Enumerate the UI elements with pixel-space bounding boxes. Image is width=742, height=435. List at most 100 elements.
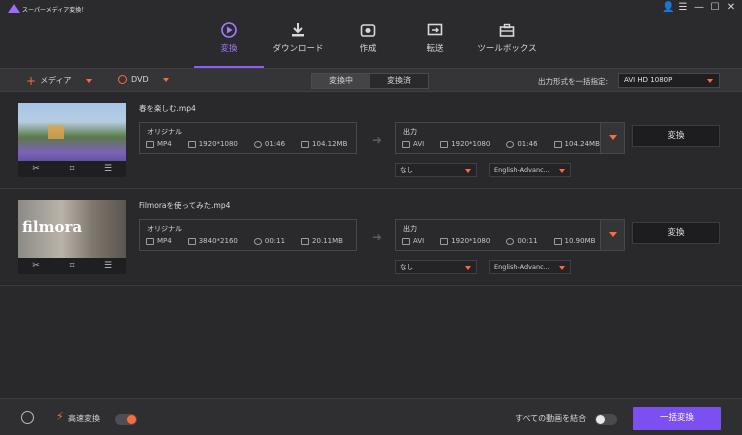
file-row: ✂ ⌗ ☰ 春を楽しむ.mp4 オリジナル MP4 1920*1080 01:4… (0, 93, 742, 189)
output-size: 10.90MB (553, 237, 595, 245)
user-icon[interactable]: 👤 (662, 2, 674, 14)
transfer-icon (427, 23, 443, 36)
merge-all-toggle[interactable] (595, 414, 617, 425)
minimize-icon[interactable]: — (694, 2, 704, 14)
output-resolution: 1920*1080 (440, 237, 490, 245)
resolution-icon (440, 237, 449, 245)
film-icon (402, 140, 410, 148)
film-icon (146, 140, 154, 148)
chevron-down-icon (465, 266, 471, 270)
tab-converted[interactable]: 変換済 (370, 74, 428, 88)
tab-create[interactable]: 作成 (333, 18, 403, 68)
fast-convert-toggle[interactable] (115, 414, 137, 425)
window-controls: 👤 ☰ — ☐ ✕ (662, 2, 736, 14)
output-resolution: 1920*1080 (440, 140, 490, 148)
output-info-box[interactable]: 出力 AVI 1920*1080 01:46 104.24MB (395, 122, 625, 154)
folder-icon (301, 140, 310, 148)
folder-icon (553, 237, 562, 245)
chevron-down-icon[interactable] (85, 78, 92, 83)
schedule-alarm-icon[interactable] (21, 411, 34, 424)
crop-icon[interactable]: ⌗ (67, 261, 77, 271)
film-icon (146, 237, 154, 245)
source-duration: 01:46 (253, 140, 285, 148)
file-name: Filmoraを使ってみた.mp4 (139, 201, 231, 210)
clock-icon (253, 237, 262, 245)
file-row: filmora ✂ ⌗ ☰ Filmoraを使ってみた.mp4 オリジナル MP… (0, 190, 742, 286)
file-name: 春を楽しむ.mp4 (139, 104, 196, 113)
output-format: AVI (402, 237, 424, 245)
source-resolution: 1920*1080 (187, 140, 238, 148)
tab-create-label: 作成 (359, 44, 377, 54)
film-icon (402, 237, 410, 245)
resolution-icon (187, 237, 196, 245)
convert-button[interactable]: 変換 (632, 125, 720, 147)
tab-transfer[interactable]: 転送 (400, 18, 470, 68)
cut-icon[interactable]: ✂ (31, 261, 41, 271)
tab-download[interactable]: ダウンロード (263, 18, 333, 68)
convert-all-button[interactable]: 一括変換 (633, 407, 721, 430)
effects-icon[interactable]: ☰ (103, 261, 113, 271)
chevron-down-icon (609, 135, 617, 140)
crop-icon[interactable]: ⌗ (67, 164, 77, 174)
output-format-value: AVI HD 1080P (624, 76, 673, 84)
menu-icon[interactable]: ☰ (678, 2, 688, 14)
load-dvd-button[interactable]: DVD (118, 75, 169, 84)
toggle-knob (596, 415, 605, 424)
output-title: 出力 (403, 128, 417, 136)
resolution-icon (440, 140, 449, 148)
arrow-right-icon: ➜ (372, 133, 383, 147)
close-icon[interactable]: ✕ (726, 2, 736, 14)
add-media-label: メディア (40, 76, 72, 85)
audio-track-select[interactable]: English-Advanc... (489, 163, 571, 177)
disc-icon (360, 24, 376, 37)
source-size: 20.11MB (301, 237, 343, 245)
output-settings-toggle[interactable] (600, 220, 624, 250)
tab-convert[interactable]: 変換 (194, 18, 264, 68)
toolbar: + メディア DVD 変換中 変換済 出力形式を一括指定: AVI HD 108… (0, 68, 742, 92)
source-resolution: 3840*2160 (187, 237, 238, 245)
output-title: 出力 (403, 225, 417, 233)
output-format-select[interactable]: AVI HD 1080P (618, 73, 720, 88)
download-icon (292, 23, 304, 37)
play-circle-icon (221, 22, 237, 38)
chevron-down-icon (559, 266, 565, 270)
output-size: 104.24MB (553, 140, 600, 148)
source-info-box: オリジナル MP4 3840*2160 00:11 20.11MB (139, 219, 357, 251)
title-bar: スーパーメディア変換！ 👤 ☰ — ☐ ✕ (0, 0, 742, 18)
folder-icon (553, 140, 562, 148)
file-list: ✂ ⌗ ☰ 春を楽しむ.mp4 オリジナル MP4 1920*1080 01:4… (0, 93, 742, 398)
add-media-button[interactable]: + メディア (26, 75, 92, 87)
audio-track-select[interactable]: English-Advanc... (489, 260, 571, 274)
thumbnail-tools: ✂ ⌗ ☰ (18, 258, 126, 274)
maximize-icon[interactable]: ☐ (710, 2, 720, 14)
tab-toolbox-label: ツールボックス (477, 44, 537, 54)
subtitle-select[interactable]: なし (395, 260, 477, 274)
chevron-down-icon[interactable] (162, 77, 169, 82)
source-title: オリジナル (147, 225, 182, 233)
cut-icon[interactable]: ✂ (31, 164, 41, 174)
chevron-down-icon (559, 169, 565, 173)
tab-converting[interactable]: 変換中 (312, 74, 370, 88)
lightning-icon: ⚡ (56, 410, 64, 423)
output-settings-toggle[interactable] (600, 123, 624, 153)
effects-icon[interactable]: ☰ (103, 164, 113, 174)
app-logo-icon (8, 4, 20, 13)
source-title: オリジナル (147, 128, 182, 136)
thumbnail-overlay (48, 125, 64, 139)
source-format: MP4 (146, 237, 172, 245)
fast-convert-label: 高速変換 (68, 414, 100, 423)
output-format-label: 出力形式を一括指定: (538, 77, 609, 86)
output-format: AVI (402, 140, 424, 148)
thumbnail-text: filmora (22, 218, 83, 236)
tab-transfer-label: 転送 (426, 44, 444, 54)
video-thumbnail[interactable] (18, 103, 126, 165)
output-info-box[interactable]: 出力 AVI 1920*1080 00:11 10.90MB (395, 219, 625, 251)
subtitle-select[interactable]: なし (395, 163, 477, 177)
folder-icon (301, 237, 310, 245)
convert-button[interactable]: 変換 (632, 222, 720, 244)
tab-toolbox[interactable]: ツールボックス (472, 18, 542, 68)
toolbox-icon (499, 23, 515, 37)
output-duration: 01:46 (506, 140, 538, 148)
video-thumbnail[interactable]: filmora (18, 200, 126, 262)
toggle-knob (127, 415, 136, 424)
